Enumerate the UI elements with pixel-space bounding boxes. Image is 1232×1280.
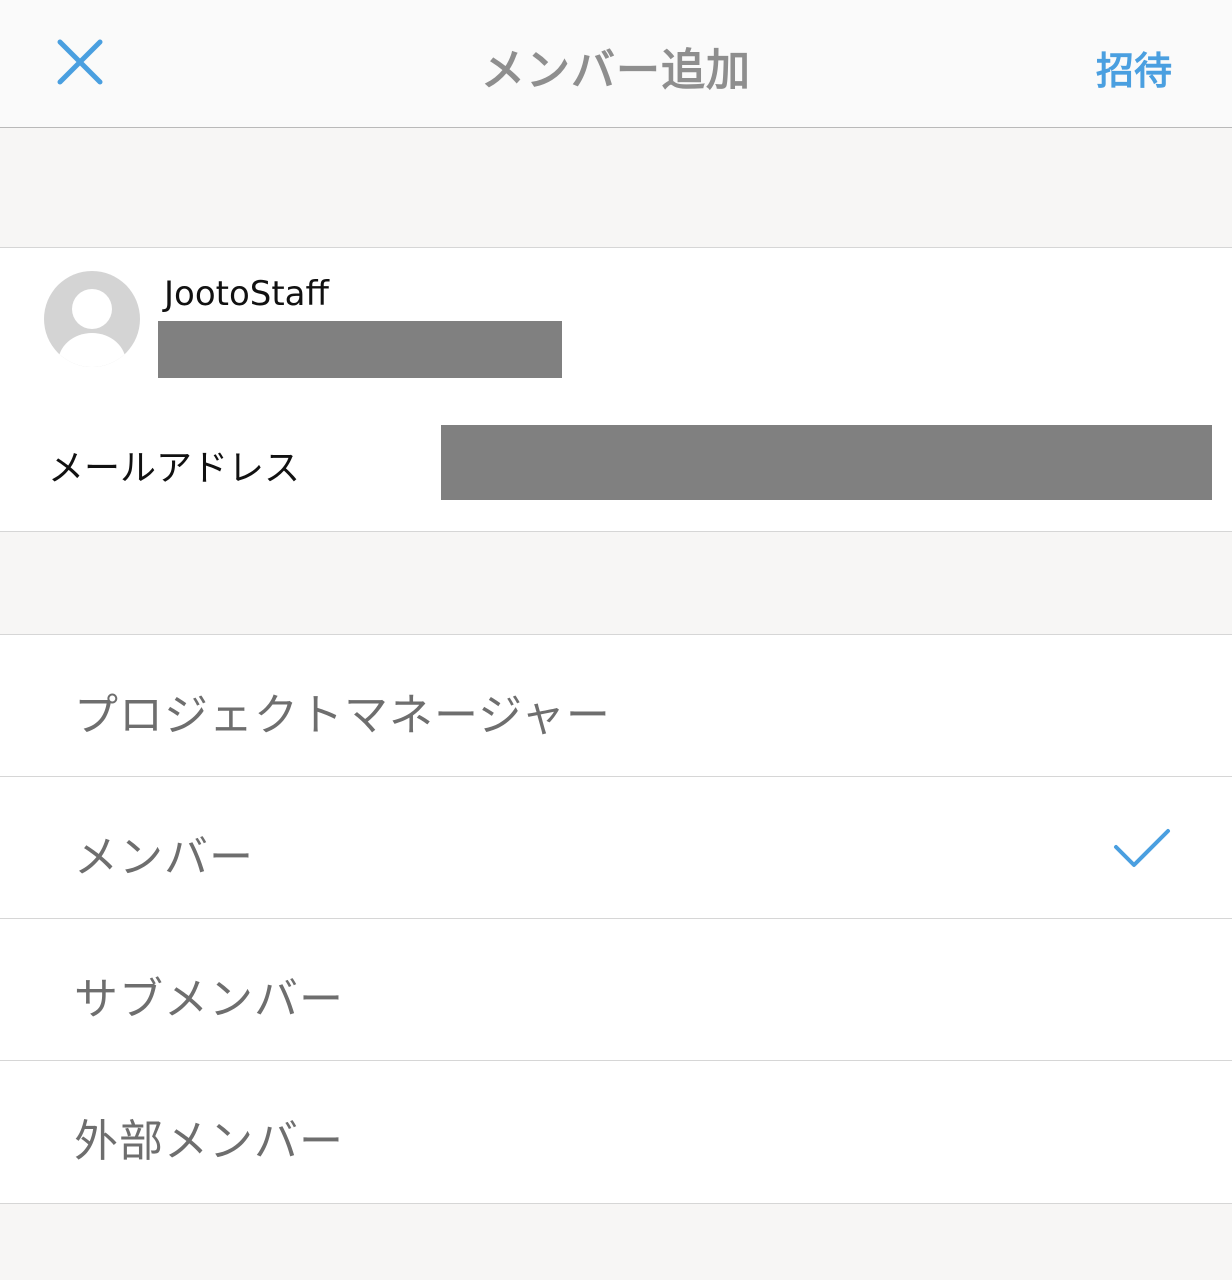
checkmark-icon [1112,825,1172,871]
redacted-block [158,321,562,378]
section-spacer [0,532,1232,634]
role-list: プロジェクトマネージャー メンバー サブメンバー 外部メンバー [0,634,1232,1204]
role-label: 外部メンバー [74,1116,344,1167]
role-label: メンバー [74,832,254,883]
close-icon [57,39,103,85]
role-label: プロジェクトマネージャー [74,690,611,741]
page-title: メンバー追加 [481,45,751,96]
role-item-external-member[interactable]: 外部メンバー [0,1061,1232,1203]
section-spacer [0,128,1232,247]
role-item-sub-member[interactable]: サブメンバー [0,919,1232,1061]
role-label: サブメンバー [74,974,344,1025]
navigation-bar: メンバー追加 招待 [0,0,1232,128]
role-item-member[interactable]: メンバー [0,777,1232,919]
default-avatar-icon [44,271,140,367]
email-redacted-field [441,425,1212,500]
email-label: メールアドレス [48,448,301,489]
user-cell: JootoStaff [0,247,1232,390]
avatar [44,271,140,367]
role-item-project-manager[interactable]: プロジェクトマネージャー [0,635,1232,777]
invite-button[interactable]: 招待 [1096,40,1172,95]
user-name: JootoStaff [164,274,329,314]
screen: メンバー追加 招待 JootoStaff メールアドレス プロジェクトマネージャ… [0,0,1232,1280]
close-button[interactable] [50,32,110,92]
email-cell: メールアドレス [0,389,1232,532]
